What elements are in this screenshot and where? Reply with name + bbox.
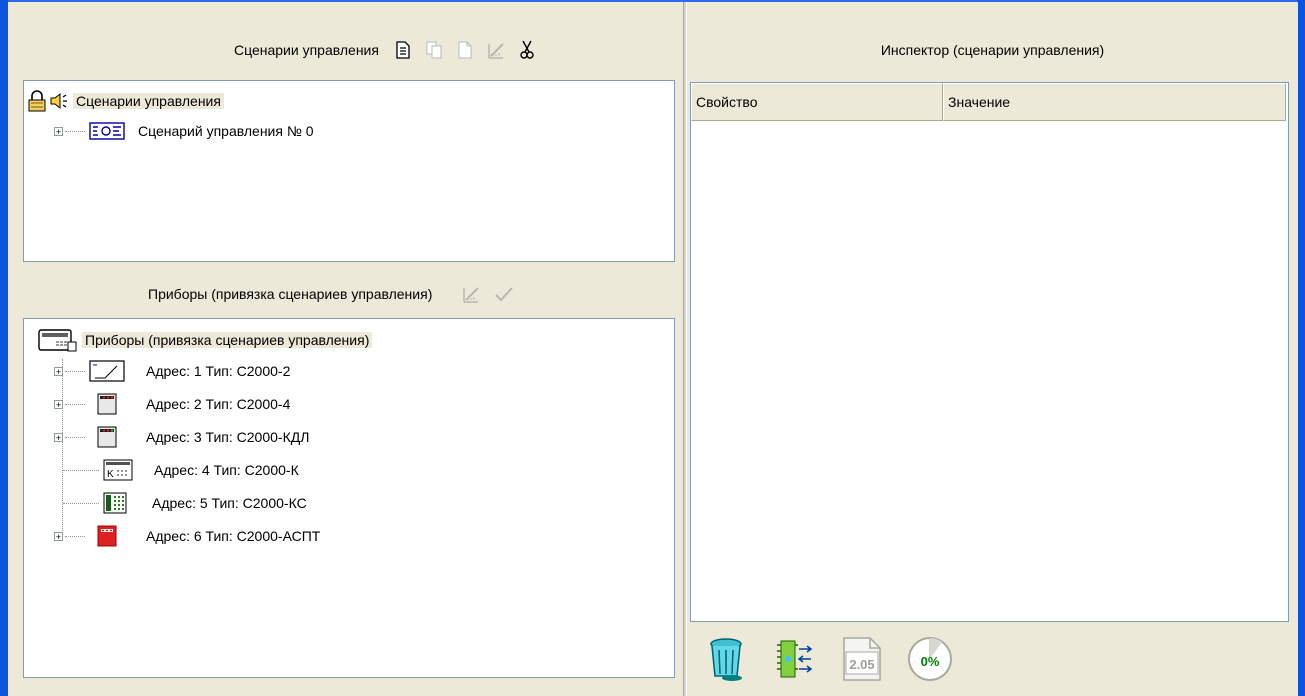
devices-header: Приборы (привязка сценариев управления) [148,282,514,306]
device-c2000-aspt-icon [97,525,117,547]
device-label: Адрес: 5 Тип: С2000-КС [152,495,307,511]
inspector-pane: Инспектор (сценарии управления) Свойство… [686,2,1298,696]
scenarios-header: Сценарии управления [234,38,537,62]
copy-icon[interactable] [425,40,445,60]
device-label: Адрес: 4 Тип: С2000-К [154,462,299,478]
paste-icon[interactable] [455,40,475,60]
devices-title: Приборы (привязка сценариев управления) [148,286,433,302]
column-header-value[interactable]: Значение [943,83,1286,121]
svg-text:K: K [107,469,114,480]
device-c2000-k-icon: K [103,459,133,481]
scenarios-tree-root[interactable]: Сценарии управления [27,90,224,112]
device-label: Адрес: 6 Тип: С2000-АСПТ [146,528,321,544]
tree-connector [63,502,99,504]
device-c2000-kdl-icon [97,426,117,448]
devices-tree-root[interactable]: Приборы (привязка сценариев управления) [38,328,373,352]
column-value-label: Значение [948,94,1011,110]
firmware-version-label: 2.05 [849,656,875,672]
devices-root-icon [38,328,78,352]
tree-connector [65,130,85,132]
tree-vertical-connector [62,359,63,539]
devices-root-label: Приборы (привязка сценариев управления) [82,332,373,348]
left-pane: Сценарии управления Сценарии управления [8,2,683,696]
window-left-border [0,0,8,696]
inspector-grid[interactable]: Свойство Значение [690,82,1289,622]
tree-connector [65,436,85,438]
device-c2000-ks-icon [103,492,127,514]
device-c2000-4-icon [97,393,117,415]
tree-connector [65,403,85,405]
cut-icon[interactable] [517,40,537,60]
scenario-icon [89,121,125,141]
scenarios-tree[interactable]: Сценарии управления + Сценарий управлени… [23,80,675,262]
scenarios-title: Сценарии управления [234,42,379,58]
device-label: Адрес: 1 Тип: С2000-2 [146,363,291,379]
devices-tree[interactable]: Приборы (привязка сценариев управления) … [23,318,675,678]
firmware-version-icon[interactable]: 2.05 [837,634,887,684]
device-item-1[interactable]: + Адрес: 1 Тип: С2000-2 [54,360,293,382]
edit-ruler-icon[interactable] [487,40,507,60]
tree-connector [63,469,99,471]
tree-connector [65,370,85,372]
window-right-border [1297,0,1305,696]
scenarios-root-label: Сценарии управления [73,93,224,109]
tree-connector [65,535,85,537]
device-item-5[interactable]: Адрес: 5 Тип: С2000-КС [63,492,310,514]
speaker-icon [49,91,69,111]
apply-check-icon[interactable] [494,284,514,304]
chip-transfer-icon[interactable] [769,634,819,684]
device-label: Адрес: 2 Тип: С2000-4 [146,396,291,412]
inspector-title: Инспектор (сценарии управления) [880,42,1105,58]
device-label: Адрес: 3 Тип: С2000-КДЛ [146,429,310,445]
device-item-4[interactable]: K Адрес: 4 Тип: С2000-К [63,459,302,481]
expand-scenario-0[interactable]: + [54,126,63,136]
device-item-6[interactable]: + Адрес: 6 Тип: С2000-АСПТ [54,525,323,547]
new-document-icon[interactable] [393,40,413,60]
scenario-label: Сценарий управления № 0 [138,123,314,139]
inspector-header: Инспектор (сценарии управления) [687,38,1298,62]
column-property-label: Свойство [696,94,758,110]
device-item-3[interactable]: + Адрес: 3 Тип: С2000-КДЛ [54,426,312,448]
inspector-bottom-toolbar: 2.05 0% [687,624,1305,694]
column-header-property[interactable]: Свойство [691,83,943,121]
scenario-item-0[interactable]: + Сценарий управления № 0 [54,120,317,142]
lock-icon [27,90,47,112]
device-c2000-2-icon [89,360,125,382]
devices-edit-ruler-icon[interactable] [462,284,482,304]
trash-icon[interactable] [701,634,751,684]
device-item-2[interactable]: + Адрес: 2 Тип: С2000-4 [54,393,293,415]
progress-label: 0% [920,653,940,669]
progress-icon[interactable]: 0% [905,634,955,684]
grid-header: Свойство Значение [691,83,1288,123]
